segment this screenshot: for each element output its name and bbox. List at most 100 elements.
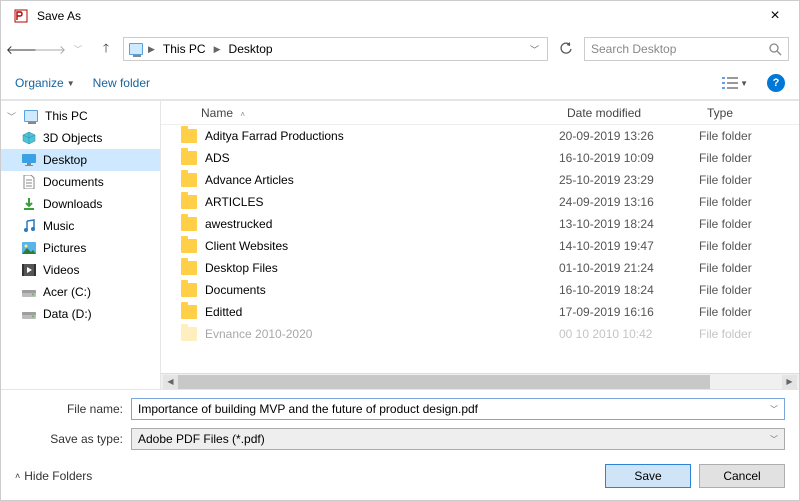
save-button[interactable]: Save [605, 464, 691, 488]
toolbar: Organize ▼ New folder ▼ ? [1, 67, 799, 99]
scroll-thumb[interactable] [178, 375, 710, 389]
folder-icon [181, 217, 197, 231]
filename-label: File name: [15, 402, 123, 416]
refresh-button[interactable] [554, 37, 578, 61]
scroll-left-button[interactable]: ◀ [163, 375, 178, 389]
sidebar-item-documents[interactable]: Documents [1, 171, 160, 193]
nav-forward-button[interactable]: 🡒 [39, 38, 61, 60]
sidebar-item-label: Acer (C:) [43, 285, 91, 299]
column-name[interactable]: Name ˄ [161, 106, 559, 120]
file-row[interactable]: Documents 16-10-2019 18:24File folder [161, 279, 799, 301]
file-type: File folder [699, 327, 799, 341]
tree-caret-icon[interactable]: ﹀ [7, 110, 17, 123]
breadcrumb-folder[interactable]: Desktop [225, 42, 277, 56]
breadcrumb-root[interactable]: This PC [159, 42, 210, 56]
file-row[interactable]: Aditya Farrad Productions20-09-2019 13:2… [161, 125, 799, 147]
horizontal-scrollbar[interactable]: ◀ ▶ [161, 373, 799, 389]
search-placeholder: Search Desktop [591, 42, 769, 56]
file-row[interactable]: ADS16-10-2019 10:09File folder [161, 147, 799, 169]
file-date: 01-10-2019 21:24 [559, 261, 699, 275]
sidebar-item-pictures[interactable]: Pictures [1, 237, 160, 259]
file-name: Client Websites [205, 239, 288, 253]
help-button[interactable]: ? [767, 74, 785, 92]
desktop-icon [128, 41, 144, 57]
new-folder-button[interactable]: New folder [93, 76, 150, 90]
hide-folders-button[interactable]: ˄ Hide Folders [15, 469, 92, 483]
file-list-area: Name ˄ Date modified Type Aditya Farrad … [161, 101, 799, 389]
file-row[interactable]: Editted17-09-2019 16:16File folder [161, 301, 799, 323]
view-options-button[interactable]: ▼ [717, 73, 753, 93]
search-input[interactable]: Search Desktop [584, 37, 789, 61]
folder-icon [181, 305, 197, 319]
footer: ˄ Hide Folders Save Cancel [1, 454, 799, 500]
chevron-down-icon[interactable]: ﹀ [770, 404, 778, 415]
pc-icon [23, 108, 39, 124]
address-dropdown[interactable]: ﹀ [526, 43, 543, 56]
pic-icon [21, 240, 37, 256]
sidebar-item-desktop[interactable]: Desktop [1, 149, 160, 171]
column-date[interactable]: Date modified [559, 106, 699, 120]
sidebar-item-label: Music [43, 219, 74, 233]
folder-icon [181, 195, 197, 209]
file-type: File folder [699, 305, 799, 319]
music-icon [21, 218, 37, 234]
file-type: File folder [699, 217, 799, 231]
file-date: 20-09-2019 13:26 [559, 129, 699, 143]
column-type[interactable]: Type [699, 106, 799, 120]
titlebar: Save As × [1, 1, 799, 31]
file-row[interactable]: Evnance 2010-2020 00 10 2010 10:42File fo… [161, 323, 799, 345]
drive-icon [21, 284, 37, 300]
chevron-right-icon: ▶ [148, 44, 155, 55]
file-name: Evnance 2010-2020 [205, 327, 312, 341]
file-row[interactable]: Client Websites 14-10-2019 19:47File fold… [161, 235, 799, 257]
file-row[interactable]: awestrucked13-10-2019 18:24File folder [161, 213, 799, 235]
file-row[interactable]: Desktop Files01-10-2019 21:24File folder [161, 257, 799, 279]
sidebar-item-downloads[interactable]: Downloads [1, 193, 160, 215]
file-name: ARTICLES [205, 195, 263, 209]
save-form: File name: Importance of building MVP an… [1, 390, 799, 454]
doc-icon [21, 174, 37, 190]
nav-up-button[interactable]: 🡑 [95, 38, 117, 60]
main-area: ﹀This PC3D ObjectsDesktopDocumentsDownlo… [1, 100, 799, 390]
file-type: File folder [699, 283, 799, 297]
chevron-down-icon[interactable]: ﹀ [770, 434, 778, 445]
nav-back-button[interactable]: 🡐 [11, 38, 33, 60]
file-date: 17-09-2019 16:16 [559, 305, 699, 319]
organize-button[interactable]: Organize ▼ [15, 76, 75, 90]
file-row[interactable]: Advance Articles25-10-2019 23:29File fol… [161, 169, 799, 191]
filename-input[interactable]: Importance of building MVP and the futur… [131, 398, 785, 420]
file-date: 00 10 2010 10:42 [559, 327, 699, 341]
file-date: 14-10-2019 19:47 [559, 239, 699, 253]
file-type: File folder [699, 129, 799, 143]
folder-icon [181, 283, 197, 297]
sidebar-item-data-d-[interactable]: Data (D:) [1, 303, 160, 325]
sidebar-item-this-pc[interactable]: ﹀This PC [1, 105, 160, 127]
file-date: 16-10-2019 18:24 [559, 283, 699, 297]
file-name: Advance Articles [205, 173, 294, 187]
filetype-select[interactable]: Adobe PDF Files (*.pdf) ﹀ [131, 428, 785, 450]
vid-icon [21, 262, 37, 278]
scroll-right-button[interactable]: ▶ [782, 375, 797, 389]
sidebar-item-label: Pictures [43, 241, 86, 255]
sidebar-item-music[interactable]: Music [1, 215, 160, 237]
sidebar-item-videos[interactable]: Videos [1, 259, 160, 281]
close-button[interactable]: × [755, 7, 795, 25]
sidebar-item-acer-c-[interactable]: Acer (C:) [1, 281, 160, 303]
chevron-right-icon: ▶ [214, 44, 221, 55]
nav-recent-dropdown[interactable]: ﹀ [67, 38, 89, 60]
file-name: awestrucked [205, 217, 272, 231]
scroll-track[interactable] [178, 375, 782, 389]
sidebar-item-label: Videos [43, 263, 79, 277]
sort-indicator-icon: ˄ [240, 110, 245, 119]
window-title: Save As [37, 9, 755, 23]
file-row[interactable]: ARTICLES24-09-2019 13:16File folder [161, 191, 799, 213]
desktop-icon [21, 152, 37, 168]
cancel-button[interactable]: Cancel [699, 464, 785, 488]
sidebar-item-3d-objects[interactable]: 3D Objects [1, 127, 160, 149]
address-bar[interactable]: ▶ This PC ▶ Desktop ﹀ [123, 37, 548, 61]
folder-icon [181, 327, 197, 341]
file-type: File folder [699, 195, 799, 209]
file-type: File folder [699, 239, 799, 253]
file-type: File folder [699, 261, 799, 275]
file-name: Documents [205, 283, 266, 297]
